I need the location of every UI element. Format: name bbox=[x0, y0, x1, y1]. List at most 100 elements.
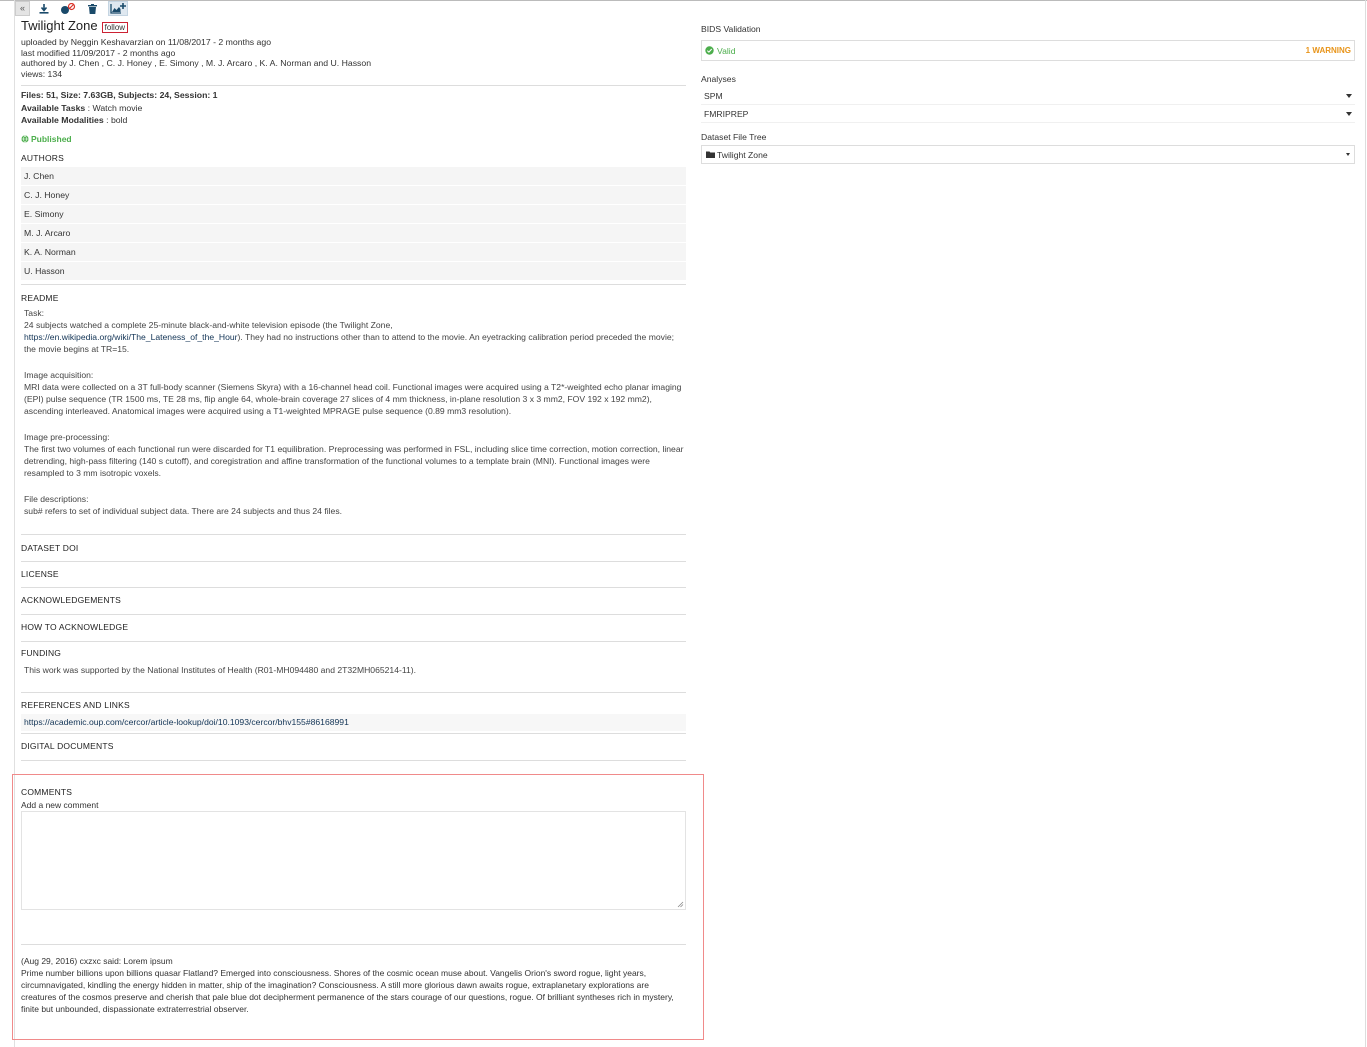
authored-by: authored by J. Chen , C. J. Honey , E. S… bbox=[21, 58, 372, 68]
modalities-value: : bold bbox=[103, 115, 128, 125]
readme-content: Task: 24 subjects watched a complete 25-… bbox=[21, 307, 686, 517]
reference-item: https://academic.oup.com/cercor/article-… bbox=[21, 713, 686, 731]
digital-documents-heading: DIGITAL DOCUMENTS bbox=[21, 740, 114, 751]
divider bbox=[21, 85, 686, 86]
acquisition-label: Image acquisition: bbox=[24, 369, 94, 380]
uploaded-by: uploaded by Neggin Keshavarzian on 11/08… bbox=[21, 37, 272, 47]
divider bbox=[21, 732, 686, 734]
delete-button[interactable] bbox=[85, 1, 100, 16]
funding-heading: FUNDING bbox=[21, 647, 62, 658]
files-summary: Files: 51, Size: 7.63GB, Subjects: 24, S… bbox=[21, 90, 218, 100]
valid-label: Valid bbox=[717, 45, 736, 56]
tasks-label: Available Tasks bbox=[21, 102, 86, 113]
dataset-stats: Files: 51, Size: 7.63GB, Subjects: 24, S… bbox=[21, 89, 686, 127]
page-title: Twilight Zone bbox=[21, 18, 98, 33]
caret-down-icon bbox=[1346, 111, 1352, 116]
author-item: J. Chen bbox=[21, 166, 686, 186]
dataset-main: Twilight Zone follow uploaded by Neggin … bbox=[21, 18, 686, 761]
dataset-toolbar: « bbox=[15, 1, 136, 16]
valid-status: Valid bbox=[705, 46, 735, 56]
author-item: C. J. Honey bbox=[21, 185, 686, 205]
analysis-item-spm[interactable]: SPM bbox=[701, 87, 1355, 105]
views-count: views: 134 bbox=[21, 68, 63, 79]
comments-heading: COMMENTS bbox=[21, 787, 73, 797]
author-item: M. J. Arcaro bbox=[21, 223, 686, 243]
divider bbox=[21, 759, 686, 761]
divider bbox=[21, 613, 686, 615]
divider bbox=[21, 586, 686, 588]
file-tree-root[interactable]: Twilight Zone bbox=[701, 145, 1355, 164]
double-chevron-left-icon: « bbox=[19, 3, 25, 13]
tasks-value: : Watch movie bbox=[85, 102, 143, 113]
available-tasks: Available Tasks : Watch movie bbox=[21, 102, 686, 115]
preprocessing-label: Image pre-processing: bbox=[24, 431, 110, 442]
warning-count[interactable]: 1 WARNING bbox=[1306, 46, 1351, 55]
task-link[interactable]: https://en.wikipedia.org/wiki/The_Latene… bbox=[24, 332, 238, 342]
comment-body: Prime number billions upon billions quas… bbox=[21, 968, 674, 1014]
follow-button[interactable]: follow bbox=[101, 22, 129, 33]
comment-header: (Aug 29, 2016) cxzxc said: Lorem ipsum bbox=[21, 956, 173, 966]
trash-icon bbox=[88, 3, 97, 14]
file-tree-root-label: Twilight Zone bbox=[706, 150, 768, 160]
readme-task: Task: 24 subjects watched a complete 25-… bbox=[24, 307, 686, 355]
resize-handle-icon[interactable] bbox=[677, 901, 684, 908]
author-item: E. Simony bbox=[21, 204, 686, 224]
analyses-list: SPM FMRIPREP bbox=[701, 87, 1355, 123]
divider bbox=[21, 944, 686, 945]
funding-text: This work was supported by the National … bbox=[24, 664, 417, 675]
comment-item: (Aug 29, 2016) cxzxc said: Lorem ipsum P… bbox=[21, 955, 686, 1015]
readme-preprocessing: Image pre-processing: The first two volu… bbox=[24, 431, 686, 479]
divider bbox=[21, 533, 686, 535]
references-heading: REFERENCES AND LINKS bbox=[21, 699, 130, 710]
download-button[interactable] bbox=[36, 1, 51, 16]
caret-down-icon bbox=[1346, 153, 1350, 156]
author-item: U. Hasson bbox=[21, 261, 686, 281]
task-label: Task: bbox=[24, 307, 45, 318]
collapse-sidebar-button[interactable]: « bbox=[15, 1, 30, 16]
authors-heading: AUTHORS bbox=[21, 152, 64, 163]
divider bbox=[21, 640, 686, 642]
bids-validation-label: BIDS Validation bbox=[701, 24, 761, 34]
globe-unpublish-icon bbox=[61, 2, 76, 14]
readme-file-descriptions: File descriptions: sub# refers to set of… bbox=[24, 493, 686, 517]
reference-link[interactable]: https://academic.oup.com/cercor/article-… bbox=[24, 717, 349, 727]
author-item: K. A. Norman bbox=[21, 242, 686, 262]
acknowledgements-heading: ACKNOWLEDGEMENTS bbox=[21, 594, 122, 605]
dataset-doi-heading: DATASET DOI bbox=[21, 542, 79, 553]
published-label: Published bbox=[31, 133, 72, 144]
file-descriptions-label: File descriptions: bbox=[24, 493, 89, 504]
acquisition-text: MRI data were collected on a 3T full-bod… bbox=[24, 381, 682, 416]
file-descriptions-text: sub# refers to set of individual subject… bbox=[24, 505, 342, 516]
globe-icon bbox=[21, 134, 29, 143]
preprocessing-text: The first two volumes of each functional… bbox=[24, 443, 684, 478]
chart-add-icon bbox=[109, 3, 126, 14]
available-modalities: Available Modalities : bold bbox=[21, 114, 686, 127]
readme-acquisition: Image acquisition: MRI data were collect… bbox=[24, 369, 686, 417]
download-icon bbox=[39, 3, 48, 14]
analysis-item-fmriprep[interactable]: FMRIPREP bbox=[701, 105, 1355, 123]
right-border bbox=[1365, 0, 1366, 1047]
title-row: Twilight Zone follow bbox=[21, 18, 686, 36]
analysis-name: FMRIPREP bbox=[704, 108, 749, 119]
comment-input[interactable] bbox=[21, 811, 686, 910]
file-tree-label: Dataset File Tree bbox=[701, 132, 767, 142]
analyses-label: Analyses bbox=[701, 74, 736, 84]
analysis-name: SPM bbox=[704, 90, 723, 101]
authors-list: J. Chen C. J. Honey E. Simony M. J. Arca… bbox=[21, 166, 686, 281]
unpublish-button[interactable] bbox=[59, 1, 77, 16]
task-text-1: 24 subjects watched a complete 25-minute… bbox=[24, 319, 393, 330]
divider bbox=[21, 283, 686, 285]
top-border bbox=[0, 0, 1367, 1]
check-circle-icon bbox=[705, 46, 714, 55]
add-comment-label: Add a new comment bbox=[21, 800, 99, 810]
bids-validation-panel[interactable]: Valid 1 WARNING bbox=[701, 40, 1355, 61]
how-to-acknowledge-heading: HOW TO ACKNOWLEDGE bbox=[21, 621, 129, 632]
modalities-label: Available Modalities bbox=[21, 115, 104, 125]
dataset-sidebar: BIDS Validation Valid 1 WARNING Analyses… bbox=[701, 24, 1355, 164]
folder-name: Twilight Zone bbox=[717, 149, 768, 160]
add-analysis-button[interactable] bbox=[108, 1, 128, 16]
published-status: Published bbox=[21, 134, 686, 144]
readme-heading: README bbox=[21, 292, 59, 303]
divider bbox=[21, 560, 686, 562]
caret-down-icon bbox=[1346, 93, 1352, 98]
